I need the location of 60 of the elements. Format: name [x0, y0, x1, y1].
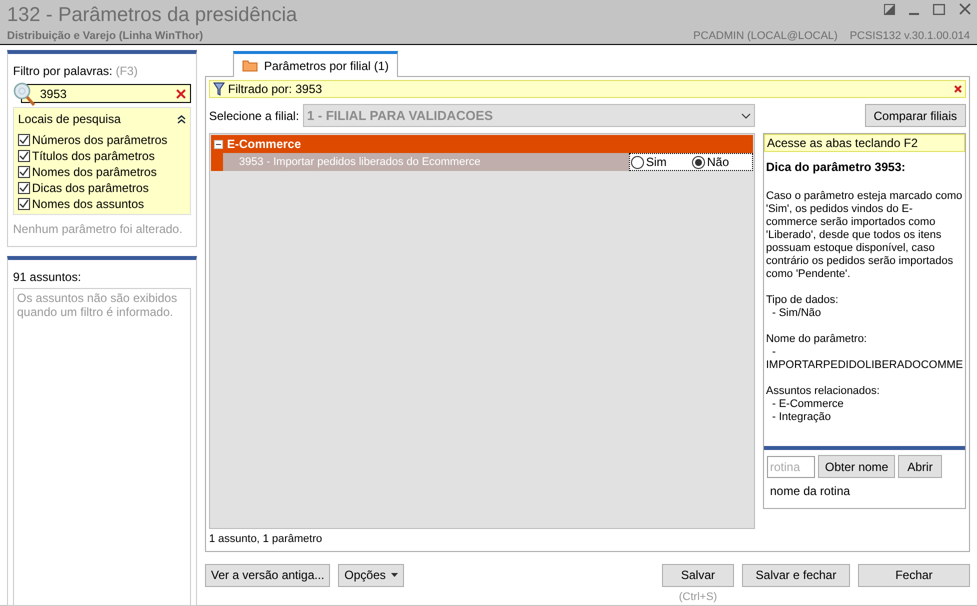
- hint-paragraph: Assuntos relacionados: - E-Commerce - Integração: [766, 385, 881, 424]
- hint-paragraph: Nome do parâmetro: - IMPORTARPEDIDOLIBERADOCOMME: [766, 333, 963, 372]
- window-subtitle: Distribuição e Varejo (Linha WinThor): [7, 29, 204, 44]
- maximize-icon[interactable]: [933, 4, 945, 14]
- window-title: 132 - Parâmetros da presidência: [7, 3, 298, 28]
- filter-text: Filtrado por: 3953: [228, 81, 324, 98]
- folder-icon: [242, 59, 258, 72]
- funnel-icon: [212, 82, 225, 96]
- checkbox[interactable]: [18, 150, 30, 162]
- radio-button[interactable]: [630, 156, 644, 168]
- checkbox[interactable]: [18, 198, 30, 210]
- option-group[interactable]: Sim Não: [628, 153, 753, 171]
- tab[interactable]: Parâmetros por filial (1): [232, 51, 398, 77]
- checkbox[interactable]: [18, 182, 30, 194]
- close-button[interactable]: Fechar: [858, 564, 970, 586]
- hint-paragraph: Caso o parâmetro esteja marcado como 'Sim', os pedidos vindos do E-commerce serão importados como 'Liberado', desde que todos os itens possuam estoque disponível, caso contrário os pedidos serão importados como 'Pendente'.: [766, 190, 963, 281]
- filter-field[interactable]: 3953: [21, 84, 191, 103]
- old-version-button[interactable]: Ver a versão antiga...: [204, 564, 330, 586]
- radio-label: Sim: [646, 154, 667, 171]
- status-text: Nenhum parâmetro foi alterado.: [13, 221, 184, 238]
- filter-label: Filtro por palavras:: [13, 64, 112, 78]
- hint-title: Dica do parâmetro 3953:: [764, 159, 906, 176]
- shortcut-label: (F3): [116, 64, 138, 78]
- collapse-chevron-icon[interactable]: [176, 114, 186, 124]
- routine-field[interactable]: rotina: [766, 456, 815, 478]
- options-button[interactable]: Opções: [338, 564, 404, 586]
- chevron-down-icon: [740, 112, 751, 118]
- compare-button[interactable]: Comparar filiais: [864, 104, 966, 127]
- close-icon[interactable]: [959, 3, 971, 15]
- close-icon[interactable]: [954, 85, 962, 93]
- version-label: PCSIS132 v.30.1.00.014: [850, 29, 970, 44]
- hint-banner: Acesse as abas teclando F2: [764, 134, 965, 152]
- restore-icon[interactable]: [884, 4, 895, 14]
- save-close-button[interactable]: Salvar e fechar: [742, 564, 850, 586]
- group-header[interactable]: E-Commerce: [210, 135, 753, 153]
- checkbox[interactable]: [18, 134, 30, 146]
- subjects-list: Os assuntos não são exibidos quando um filtro é informado.: [13, 288, 191, 606]
- routine-name: nome da rotina: [768, 483, 852, 500]
- checkbox-label: Títulos dos parâmetros: [32, 148, 155, 165]
- summary-text: 1 assunto, 1 parâmetro: [208, 532, 324, 547]
- hint-paragraph: Tipo de dados: - Sim/Não: [766, 294, 840, 320]
- collapse-icon[interactable]: [214, 140, 223, 148]
- get-name-button[interactable]: Obter nome: [818, 455, 896, 478]
- checkbox-label: Nomes dos assuntos: [32, 196, 144, 213]
- magnifier-icon: [13, 81, 37, 107]
- shortcut-label: (Ctrl+S): [678, 590, 718, 604]
- branch-label: Selecione a filial:: [208, 108, 300, 124]
- radio-button[interactable]: [692, 156, 705, 168]
- caret-icon: [390, 573, 398, 577]
- checkbox-label: Dicas dos parâmetros: [32, 180, 149, 197]
- checkbox[interactable]: [18, 166, 30, 178]
- save-button[interactable]: Salvar: [662, 564, 734, 586]
- user-label: PCADMIN (LOCAL@LOCAL): [693, 29, 838, 44]
- open-button[interactable]: Abrir: [898, 455, 942, 478]
- section-title: Locais de pesquisa: [18, 111, 121, 128]
- subjects-count: 91 assuntos:: [13, 269, 82, 286]
- clear-icon[interactable]: [176, 88, 186, 98]
- checkbox-label: Nomes dos parâmetros: [32, 164, 157, 181]
- radio-label: Não: [706, 154, 729, 171]
- checkbox-label: Números dos parâmetros: [32, 132, 168, 149]
